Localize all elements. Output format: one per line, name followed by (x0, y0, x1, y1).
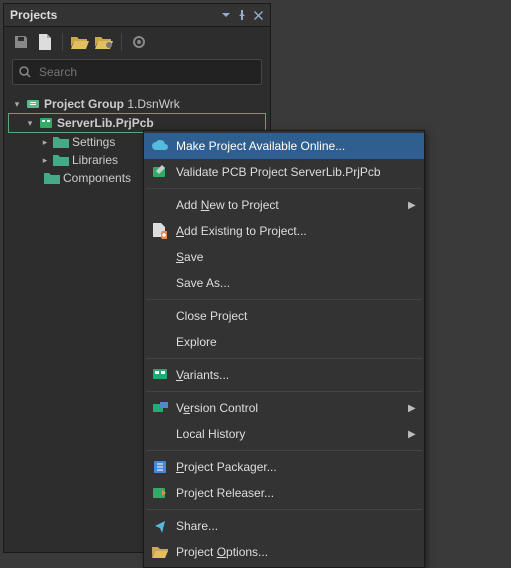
menu-label: Add Existing to Project... (176, 224, 418, 238)
pin-icon[interactable] (234, 7, 250, 23)
panel-header: Projects (4, 4, 270, 27)
expand-icon[interactable]: ▾ (25, 118, 35, 128)
close-icon[interactable] (250, 7, 266, 23)
validate-icon (150, 163, 170, 181)
menu-label: Save As... (176, 276, 418, 290)
menu-save[interactable]: Save (144, 244, 424, 270)
menu-project-options[interactable]: Project Options... (144, 539, 424, 565)
blank-icon (150, 333, 170, 351)
add-file-icon (150, 222, 170, 240)
document-icon[interactable] (36, 33, 54, 51)
toolbar-separator (62, 33, 63, 51)
blank-icon (150, 196, 170, 214)
menu-separator (146, 509, 422, 510)
menu-separator (146, 358, 422, 359)
share-icon (150, 517, 170, 535)
project-label: ServerLib.PrjPcb (57, 116, 154, 130)
menu-label: Local History (176, 427, 408, 441)
menu-label: Project Releaser... (176, 486, 418, 500)
libraries-label: Libraries (72, 153, 118, 167)
components-label: Components (63, 171, 131, 185)
menu-label: Variants... (176, 368, 418, 382)
menu-label: Add New to Project (176, 198, 408, 212)
menu-label: Project Packager... (176, 460, 418, 474)
menu-local-history[interactable]: Local History ▶ (144, 421, 424, 447)
folder-icon (53, 135, 69, 149)
menu-variants[interactable]: Variants... (144, 362, 424, 388)
submenu-arrow-icon: ▶ (408, 429, 418, 440)
folder-icon (53, 153, 69, 167)
blank-icon (150, 425, 170, 443)
blank-icon (150, 274, 170, 292)
releaser-icon (150, 484, 170, 502)
menu-version-control[interactable]: Version Control ▶ (144, 395, 424, 421)
menu-label: Validate PCB Project ServerLib.PrjPcb (176, 165, 418, 179)
submenu-arrow-icon: ▶ (408, 403, 418, 414)
gear-icon[interactable] (130, 33, 148, 51)
save-icon[interactable] (12, 33, 30, 51)
options-icon (150, 543, 170, 561)
search-box[interactable] (12, 59, 262, 85)
expand-icon[interactable]: ▸ (40, 155, 50, 165)
project-group-row[interactable]: ▾ Project Group 1.DsnWrk (8, 95, 266, 113)
variants-icon (150, 366, 170, 384)
menu-add-existing[interactable]: Add Existing to Project... (144, 218, 424, 244)
menu-label: Project Options... (176, 545, 418, 559)
menu-validate[interactable]: Validate PCB Project ServerLib.PrjPcb (144, 159, 424, 185)
menu-separator (146, 299, 422, 300)
submenu-arrow-icon: ▶ (408, 200, 418, 211)
menu-project-packager[interactable]: Project Packager... (144, 454, 424, 480)
menu-explore[interactable]: Explore (144, 329, 424, 355)
menu-label: Save (176, 250, 418, 264)
menu-close-project[interactable]: Close Project (144, 303, 424, 329)
project-group-label: Project Group 1.DsnWrk (44, 97, 180, 111)
menu-separator (146, 391, 422, 392)
menu-project-releaser[interactable]: Project Releaser... (144, 480, 424, 506)
menu-save-as[interactable]: Save As... (144, 270, 424, 296)
project-context-menu: Make Project Available Online... Validat… (143, 130, 425, 568)
menu-label: Close Project (176, 309, 418, 323)
menu-label: Version Control (176, 401, 408, 415)
folder-icon (44, 171, 60, 185)
menu-share[interactable]: Share... (144, 513, 424, 539)
expand-icon[interactable]: ▸ (40, 137, 50, 147)
search-icon (19, 66, 31, 78)
packager-icon (150, 458, 170, 476)
menu-make-online[interactable]: Make Project Available Online... (144, 133, 424, 159)
menu-add-new[interactable]: Add New to Project ▶ (144, 192, 424, 218)
settings-label: Settings (72, 135, 115, 149)
expand-icon[interactable]: ▾ (12, 99, 22, 109)
project-group-icon (25, 97, 41, 111)
project-icon (38, 116, 54, 130)
search-input[interactable] (37, 64, 255, 80)
menu-separator (146, 188, 422, 189)
blank-icon (150, 307, 170, 325)
blank-icon (150, 248, 170, 266)
panel-title: Projects (10, 8, 218, 22)
menu-separator (146, 450, 422, 451)
folder-open-icon[interactable] (71, 33, 89, 51)
dropdown-icon[interactable] (218, 7, 234, 23)
version-control-icon (150, 399, 170, 417)
panel-toolbar (4, 27, 270, 57)
toolbar-separator (121, 33, 122, 51)
menu-label: Share... (176, 519, 418, 533)
menu-label: Make Project Available Online... (176, 139, 418, 153)
folder-settings-icon[interactable] (95, 33, 113, 51)
menu-label: Explore (176, 335, 418, 349)
cloud-icon (150, 137, 170, 155)
